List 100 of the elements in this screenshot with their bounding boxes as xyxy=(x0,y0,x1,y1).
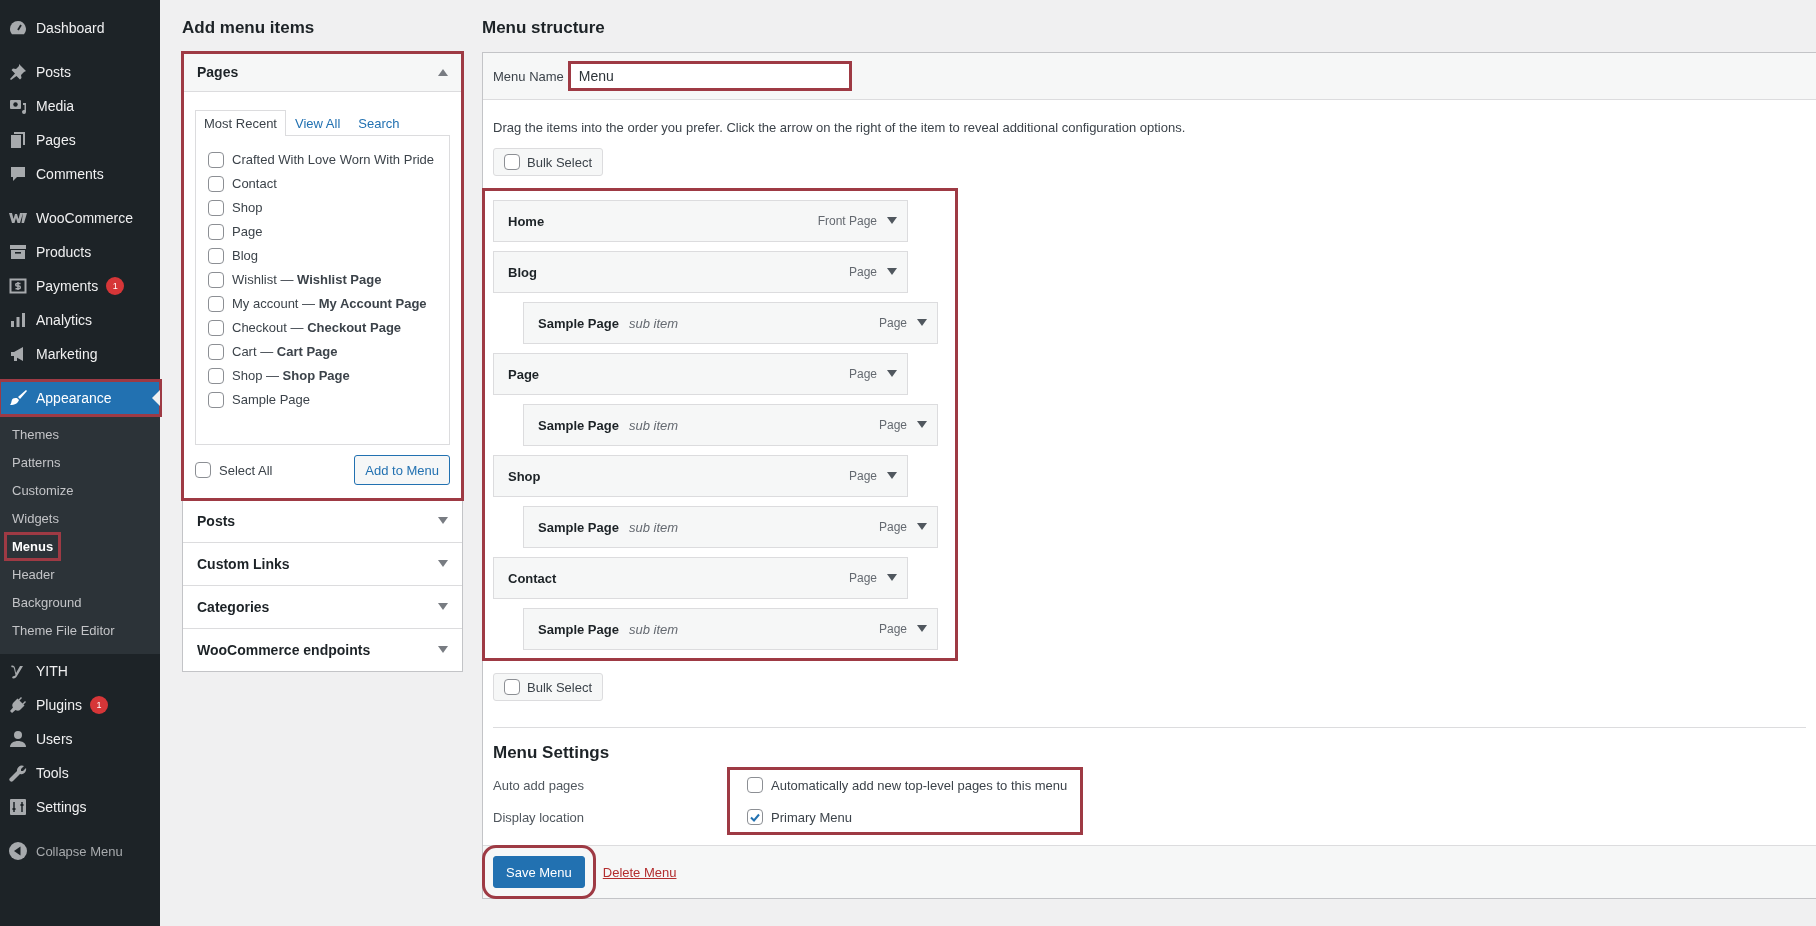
checkbox[interactable] xyxy=(208,248,224,264)
menu-item-note: sub item xyxy=(628,519,679,535)
checkbox[interactable] xyxy=(504,154,520,170)
add-to-menu-button[interactable]: Add to Menu xyxy=(354,455,450,485)
menu-item-bar[interactable]: Sample Page sub item Page xyxy=(523,506,938,548)
checkbox[interactable] xyxy=(747,777,763,793)
delete-menu-link[interactable]: Delete Menu xyxy=(602,864,677,880)
page-label: Sample Page xyxy=(232,391,311,409)
menu-item-bar[interactable]: Blog Page xyxy=(493,251,908,293)
sidebar-menu-item[interactable]: Users xyxy=(0,722,160,756)
tab[interactable]: View All xyxy=(286,110,350,136)
expand-arrow-icon[interactable] xyxy=(917,319,927,327)
menu-item-note: sub item xyxy=(628,315,679,331)
checkbox[interactable] xyxy=(208,368,224,384)
submenu-item[interactable]: Themes xyxy=(6,422,65,447)
checkbox[interactable] xyxy=(208,200,224,216)
expand-arrow-icon xyxy=(438,603,448,611)
submenu-item[interactable]: Background xyxy=(6,590,88,615)
menu-item-title: Contact xyxy=(508,570,557,586)
checkbox[interactable] xyxy=(208,344,224,360)
sidebar-menu-item[interactable]: Pages xyxy=(0,123,160,157)
sidebar-menu-item[interactable]: Marketing xyxy=(0,337,160,371)
bulk-select-button[interactable]: Bulk Select xyxy=(493,673,604,701)
pin-icon xyxy=(8,62,28,82)
speech-bubble-icon xyxy=(8,164,28,184)
setting-label: Auto add pages xyxy=(493,777,585,793)
expand-arrow-icon[interactable] xyxy=(917,523,927,531)
sidebar-menu-item[interactable]: Appearance xyxy=(0,381,160,415)
expand-arrow-icon[interactable] xyxy=(887,472,897,480)
menu-item-bar[interactable]: Shop Page xyxy=(493,455,908,497)
menu-item-title: Blog xyxy=(508,264,537,280)
checkbox[interactable] xyxy=(208,224,224,240)
bulk-select-button[interactable]: Bulk Select xyxy=(493,148,604,176)
sidebar-menu-item[interactable]: Tools xyxy=(0,756,160,790)
sidebar-menu-item[interactable]: Payments 1 xyxy=(0,269,160,303)
expand-arrow-icon[interactable] xyxy=(887,574,897,582)
menu-item-bar[interactable]: Sample Page sub item Page xyxy=(523,404,938,446)
submenu-item[interactable]: Header xyxy=(6,562,61,587)
select-all-label: Select All xyxy=(219,462,273,478)
expand-arrow-icon[interactable] xyxy=(887,217,897,225)
checkbox[interactable] xyxy=(208,296,224,312)
page-label: Page xyxy=(232,223,263,241)
collapse-menu-button[interactable]: Collapse Menu xyxy=(0,834,160,868)
expand-arrow-icon[interactable] xyxy=(917,625,927,633)
sidebar-menu-item[interactable]: Products xyxy=(0,235,160,269)
archive-box-icon xyxy=(8,242,28,262)
checkbox[interactable] xyxy=(208,272,224,288)
option-label: Primary Menu xyxy=(771,809,852,825)
plug-icon xyxy=(8,695,28,715)
tab[interactable]: Search xyxy=(349,110,409,136)
instructions-text: Drag the items into the order you prefer. Click the arrow on the right of the item to reveal additional configuration options. xyxy=(493,120,1187,135)
count-badge: 1 xyxy=(89,696,108,714)
checkbox[interactable] xyxy=(195,462,211,478)
count-badge: 1 xyxy=(106,277,125,295)
accordion-header[interactable]: WooCommerce endpoints xyxy=(183,629,462,671)
paintbrush-icon xyxy=(8,388,28,408)
sidebar-menu-item[interactable]: Posts xyxy=(0,55,160,89)
submenu-item[interactable]: Widgets xyxy=(6,506,65,531)
sidebar-menu-item[interactable]: Settings xyxy=(0,790,160,824)
section-heading: Menu structure xyxy=(482,18,606,38)
sidebar-menu-item[interactable]: YITH xyxy=(0,654,160,688)
accordion-header[interactable]: Categories xyxy=(183,586,462,628)
menu-item-title: Shop xyxy=(508,468,541,484)
menu-item-title: Sample Page xyxy=(538,315,619,331)
user-icon xyxy=(8,729,28,749)
checkbox[interactable] xyxy=(208,176,224,192)
sidebar-menu-item[interactable]: Plugins 1 xyxy=(0,688,160,722)
checkbox[interactable] xyxy=(208,392,224,408)
sidebar-menu-item[interactable]: Dashboard xyxy=(0,11,160,45)
page-label: Shop xyxy=(232,199,263,217)
submenu-item[interactable]: Patterns xyxy=(6,450,67,475)
menu-item-bar[interactable]: Sample Page sub item Page xyxy=(523,302,938,344)
menu-name-field[interactable]: Menu xyxy=(569,63,850,89)
expand-arrow-icon[interactable] xyxy=(887,268,897,276)
accordion-header[interactable]: Posts xyxy=(183,500,462,542)
submenu-item[interactable]: Customize xyxy=(6,478,80,503)
expand-arrow-icon[interactable] xyxy=(887,370,897,378)
menu-item-bar[interactable]: Home Front Page xyxy=(493,200,908,242)
submenu-item[interactable]: Theme File Editor xyxy=(6,618,121,643)
menu-item-bar[interactable]: Contact Page xyxy=(493,557,908,599)
checkbox[interactable] xyxy=(208,320,224,336)
sidebar-menu-item[interactable]: WooCommerce xyxy=(0,201,160,235)
sidebar-menu-item[interactable]: Media xyxy=(0,89,160,123)
menu-item-bar[interactable]: Sample Page sub item Page xyxy=(523,608,938,650)
submenu-item[interactable]: Menus xyxy=(6,534,60,559)
page-label: Cart — Cart Page xyxy=(232,343,338,361)
menu-item-title: Page xyxy=(508,366,540,382)
checkbox[interactable] xyxy=(504,679,520,695)
expand-arrow-icon[interactable] xyxy=(917,421,927,429)
checkbox[interactable] xyxy=(747,809,763,825)
tab[interactable]: Most Recent xyxy=(195,110,286,136)
page-label: Wishlist — Wishlist Page xyxy=(232,271,382,289)
page-label: Shop — Shop Page xyxy=(232,367,350,385)
sidebar-menu-item[interactable]: Analytics xyxy=(0,303,160,337)
sidebar-menu-item[interactable]: Comments xyxy=(0,157,160,191)
accordion-header[interactable]: Custom Links xyxy=(183,543,462,585)
option-label: Automatically add new top-level pages to this menu xyxy=(771,777,1068,793)
checkbox[interactable] xyxy=(208,152,224,168)
menu-item-bar[interactable]: Page Page xyxy=(493,353,908,395)
accordion-header[interactable]: Pages xyxy=(183,53,462,92)
